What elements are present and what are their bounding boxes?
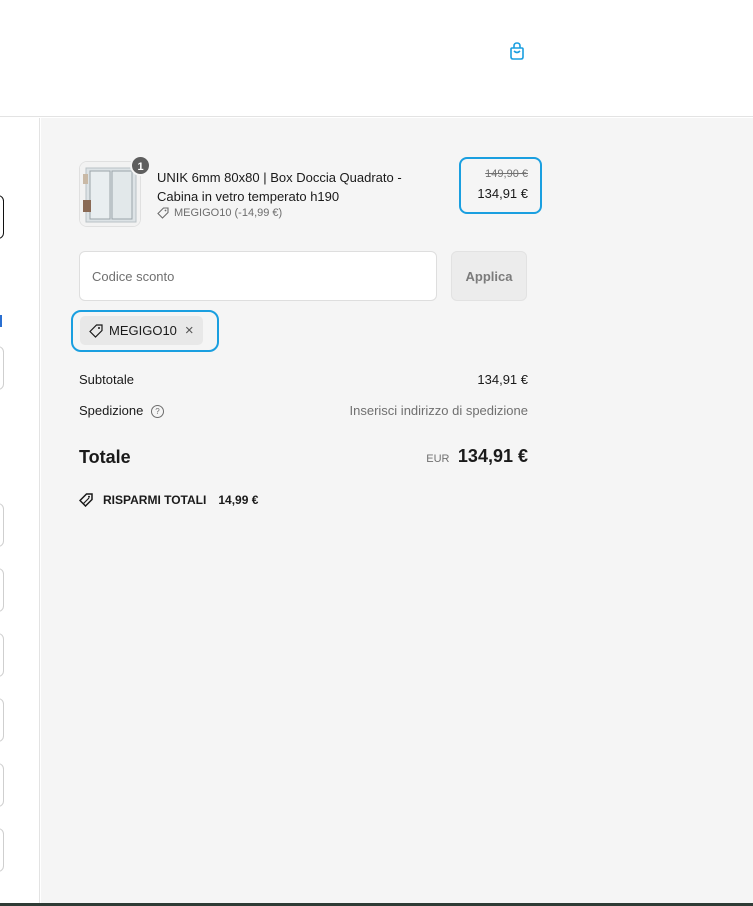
subtotal-value: 134,91 € (477, 372, 528, 387)
total-amount: 134,91 € (457, 446, 528, 466)
input-fragment[interactable] (0, 828, 4, 872)
checkout-header (0, 0, 753, 117)
order-summary-panel (41, 118, 753, 906)
login-link-fragment[interactable] (0, 315, 2, 327)
input-fragment[interactable] (0, 763, 4, 807)
input-fragment[interactable] (0, 698, 4, 742)
shipping-value: Inserisci indirizzo di spedizione (349, 403, 528, 418)
input-fragment[interactable] (0, 503, 4, 547)
product-discount-text: MEGIGO10 (-14,99 €) (174, 207, 283, 219)
discounted-price: 134,91 € (477, 186, 528, 201)
discount-code-input[interactable] (79, 251, 437, 301)
input-fragment[interactable] (0, 633, 4, 677)
shopping-bag-icon[interactable] (506, 40, 528, 62)
tag-icon (89, 323, 103, 338)
input-fragment[interactable] (0, 346, 4, 390)
tag-icon (157, 207, 169, 219)
help-circle-icon[interactable]: ? (150, 405, 164, 419)
subtotal-label: Subtotale (79, 372, 134, 387)
tag-icon (79, 493, 93, 507)
quantity-badge: 1 (130, 155, 151, 176)
shipping-label-row: Spedizione ? (79, 403, 164, 419)
product-title: UNIK 6mm 80x80 | Box Doccia Quadrato - C… (157, 170, 402, 204)
input-fragment[interactable] (0, 568, 4, 612)
checkout-form-column (0, 118, 40, 906)
total-value-group: EUR 134,91 € (426, 446, 528, 467)
applied-discount-chip: MEGIGO10 × (80, 316, 203, 345)
total-currency: EUR (426, 453, 450, 465)
shipping-label: Spedizione (79, 403, 144, 418)
apply-discount-button[interactable]: Applica (451, 251, 527, 301)
savings-label: RISPARMI TOTALI (103, 493, 207, 507)
savings-value: 14,99 € (218, 493, 259, 507)
total-savings: RISPARMI TOTALI 14,99 € (79, 493, 258, 507)
close-icon[interactable]: × (185, 323, 194, 338)
product-discount-line: MEGIGO10 (-14,99 €) (157, 207, 282, 219)
original-price: 149,90 € (485, 168, 528, 180)
applied-discount-code: MEGIGO10 (109, 323, 177, 338)
total-label: Totale (79, 447, 131, 467)
contact-input-fragment[interactable] (0, 195, 4, 239)
